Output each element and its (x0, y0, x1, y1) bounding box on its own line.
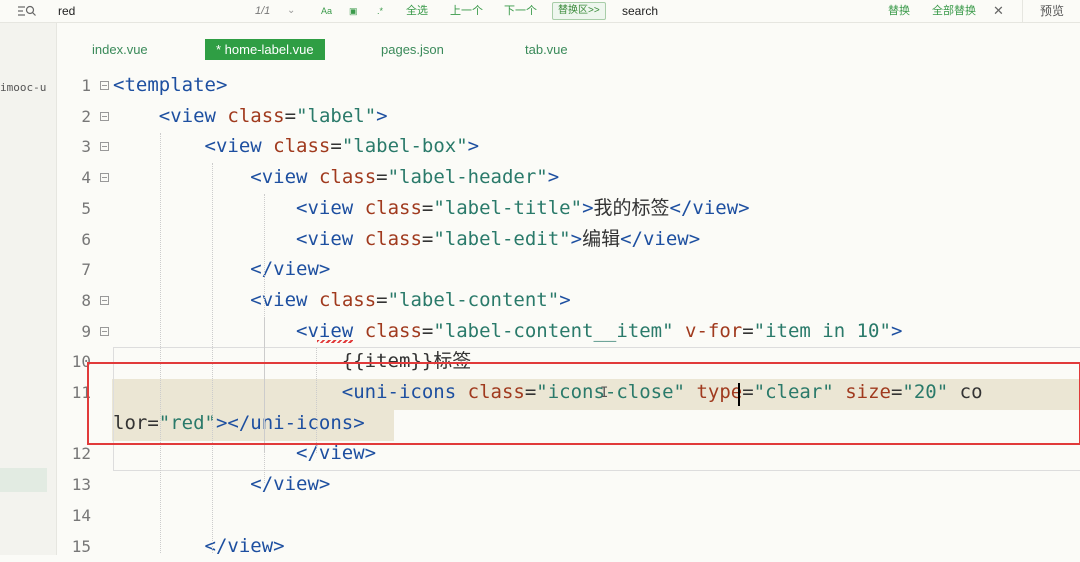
match-count: 1/1 (255, 5, 271, 17)
text-cursor (738, 383, 740, 406)
tab-home-label-vue[interactable]: * home-label.vue (205, 39, 325, 60)
replace-area-button[interactable]: 替换区>> (552, 2, 606, 20)
sidebar-active-item[interactable] (0, 468, 47, 492)
next-match-button[interactable]: 下一个 (504, 0, 537, 22)
line-number: 12 (71, 444, 91, 464)
code-text: <view class="label-box"> (204, 135, 480, 158)
fold-toggle-icon[interactable] (100, 142, 109, 152)
code-text: <view class="label"> (158, 104, 388, 127)
tab-pages-json[interactable]: pages.json (381, 39, 444, 60)
code-line[interactable]: 13 </view> (57, 469, 1080, 500)
code-line[interactable]: 6 <view class="label-edit">编辑</view> (57, 224, 1080, 255)
line-number: 13 (71, 475, 91, 495)
fold-toggle-icon[interactable] (100, 295, 109, 305)
chevron-down-icon[interactable]: ⌄ (287, 0, 295, 22)
code-text: </view> (250, 258, 331, 281)
code-line[interactable]: 1 <template> (57, 70, 1080, 101)
code-line[interactable]: 9 <view class="label-content__item" v-fo… (57, 316, 1080, 347)
previous-match-button[interactable]: 上一个 (450, 0, 483, 22)
line-number: 11 (71, 383, 91, 402)
code-text: <view class="label-content"> (250, 288, 571, 311)
fold-toggle-icon[interactable] (100, 81, 109, 90)
fold-toggle-icon[interactable] (100, 326, 109, 336)
fold-toggle-icon[interactable] (100, 111, 109, 121)
code-text: <template> (113, 74, 228, 96)
line-number: 15 (71, 536, 91, 556)
line-number: 9 (81, 321, 91, 341)
indent-guide (160, 133, 161, 553)
line-number: 3 (81, 137, 91, 157)
code-text: </view> (204, 534, 285, 557)
sidebar-project-name[interactable]: imooc-u (0, 81, 46, 94)
code-text: <view class="label-edit">编辑</view> (296, 227, 701, 250)
indent-guide (212, 163, 213, 553)
close-icon[interactable]: ✕ (993, 0, 1004, 22)
code-line[interactable]: 2 <view class="label"> (57, 101, 1080, 132)
line-number: 6 (81, 229, 91, 249)
preview-button[interactable]: 预览 (1022, 0, 1080, 22)
find-replace-bar: red 1/1 ⌄ Aa ▣ .* 全选 上一个 下一个 替换区>> searc… (0, 0, 1080, 23)
code-line[interactable]: 5 <view class="label-title">我的标签</view> (57, 193, 1080, 224)
code-line[interactable]: 8 <view class="label-content"> (57, 285, 1080, 316)
code-line[interactable]: 4 <view class="label-header"> (57, 162, 1080, 193)
line-number: 10 (71, 352, 91, 372)
regex-icon[interactable]: .* (377, 0, 383, 22)
annotation-highlight-box (87, 362, 1080, 445)
replace-all-button[interactable]: 全部替换 (932, 0, 976, 22)
line-number: 8 (81, 290, 91, 310)
code-text: <view class="label-title">我的标签</view> (296, 196, 750, 219)
code-line[interactable]: 7 </view> (57, 254, 1080, 285)
editor-tabs: index.vue * home-label.vue pages.json ta… (57, 36, 1080, 64)
match-case-icon[interactable]: Aa (321, 0, 332, 22)
find-input[interactable]: red (58, 0, 75, 22)
replace-button[interactable]: 替换 (888, 0, 910, 22)
line-number: 2 (81, 106, 91, 126)
tab-index-vue[interactable]: index.vue (92, 39, 148, 60)
code-editor[interactable]: 1 <template> 2 <view class="label"> 3 <view… (57, 70, 1080, 557)
search-icon[interactable] (17, 4, 37, 18)
project-sidebar: imooc-u (0, 23, 57, 555)
spell-error-underline (317, 340, 353, 343)
line-number: 1 (81, 76, 91, 95)
line-number: 14 (71, 505, 91, 525)
tab-tab-vue[interactable]: tab.vue (525, 39, 568, 60)
code-text: </view> (250, 473, 331, 496)
whole-word-icon[interactable]: ▣ (349, 0, 358, 22)
line-number: 4 (81, 168, 91, 188)
code-text: <view class="label-header"> (250, 166, 560, 189)
code-line[interactable]: 15 </view> (57, 531, 1080, 562)
code-line[interactable]: 3 <view class="label-box"> (57, 131, 1080, 162)
select-all-button[interactable]: 全选 (406, 0, 428, 22)
fold-toggle-icon[interactable] (100, 173, 109, 183)
line-number: 7 (81, 260, 91, 280)
ibeam-cursor-icon: I (600, 385, 609, 401)
code-text: <view class="label-content__item" v-for=… (296, 319, 903, 342)
code-line[interactable]: 14 (57, 500, 1080, 531)
line-number: 5 (81, 198, 91, 218)
replace-input[interactable]: search (622, 0, 658, 22)
